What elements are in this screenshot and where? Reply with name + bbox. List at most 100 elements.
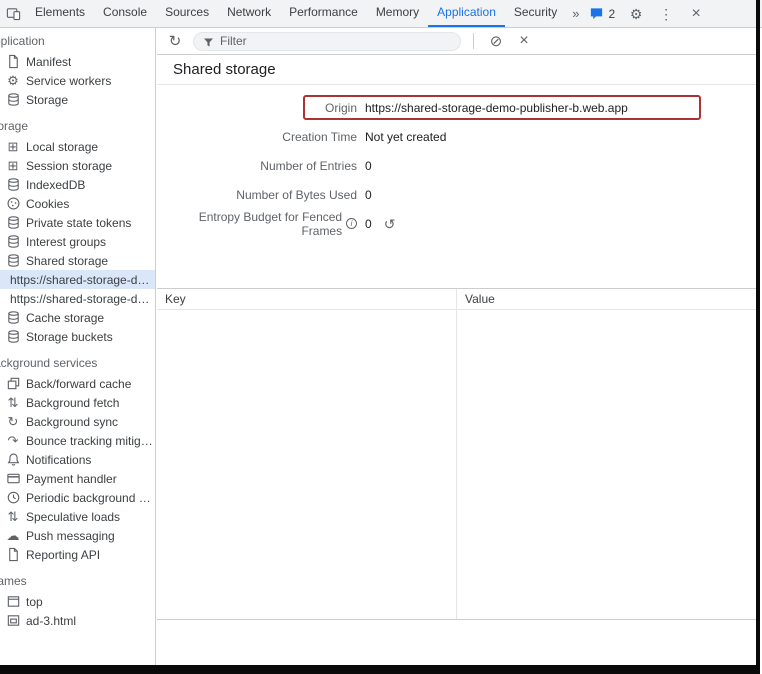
clock-icon bbox=[5, 490, 21, 506]
origin-value: https://shared-storage-demo-publisher-b.… bbox=[365, 101, 628, 115]
document-icon bbox=[5, 54, 21, 70]
application-sidebar: Application Manifest ⚙ Service workers S… bbox=[0, 28, 156, 665]
sidebar-item-shared-storage[interactable]: Shared storage bbox=[0, 251, 155, 270]
tab-performance[interactable]: Performance bbox=[280, 0, 367, 27]
more-tabs-button[interactable]: » bbox=[566, 6, 585, 21]
funnel-icon bbox=[202, 35, 215, 48]
entropy-budget-label: Entropy Budget for Fenced Frames bbox=[157, 210, 357, 238]
entries-value: 0 bbox=[365, 159, 372, 173]
kebab-menu-icon: ⋮ bbox=[659, 7, 673, 21]
tab-elements[interactable]: Elements bbox=[26, 0, 94, 27]
tab-console[interactable]: Console bbox=[94, 0, 156, 27]
sidebar-section-storage: Storage ⊞ Local storage ⊞ Session storag… bbox=[0, 119, 155, 346]
sidebar-section-application: Application Manifest ⚙ Service workers S… bbox=[0, 34, 155, 109]
sidebar-item-local-storage[interactable]: ⊞ Local storage bbox=[0, 137, 155, 156]
sidebar-item-frame-ad-3[interactable]: ad-3.html bbox=[0, 611, 155, 630]
cloud-icon: ☁ bbox=[5, 528, 21, 544]
iframe-icon bbox=[5, 613, 21, 629]
database-icon bbox=[5, 310, 21, 326]
sidebar-item-push-messaging[interactable]: ☁ Push messaging bbox=[0, 526, 155, 545]
tabbar-right-controls: 2 ⚙ ⋮ × bbox=[585, 0, 709, 27]
tab-application[interactable]: Application bbox=[428, 0, 505, 27]
info-icon[interactable] bbox=[346, 218, 357, 229]
sync-arrows-icon: ↻ bbox=[5, 414, 21, 430]
sidebar-item-storage-buckets[interactable]: Storage buckets bbox=[0, 327, 155, 346]
sidebar-item-background-sync[interactable]: ↻ Background sync bbox=[0, 412, 155, 431]
devtools-menu-button[interactable]: ⋮ bbox=[653, 0, 679, 27]
tab-security[interactable]: Security bbox=[505, 0, 566, 27]
close-icon: × bbox=[691, 6, 700, 22]
section-header-application: Application bbox=[0, 34, 155, 49]
sidebar-item-cache-storage[interactable]: Cache storage bbox=[0, 308, 155, 327]
sidebar-item-background-fetch[interactable]: ⇅ Background fetch bbox=[0, 393, 155, 412]
panel-title: Shared storage bbox=[157, 55, 756, 85]
refresh-icon: ↻ bbox=[169, 34, 182, 49]
sidebar-section-background-services: Background services Back/forward cache ⇅… bbox=[0, 356, 155, 564]
table-body-empty bbox=[157, 310, 756, 620]
creation-time-label: Creation Time bbox=[157, 130, 357, 144]
metadata-row-creation-time: Creation Time Not yet created bbox=[157, 122, 756, 151]
window-edge-right bbox=[756, 0, 760, 674]
sidebar-item-service-workers[interactable]: ⚙ Service workers bbox=[0, 71, 155, 90]
toggle-device-toolbar-button[interactable] bbox=[0, 0, 26, 27]
up-down-arrows-icon: ⇅ bbox=[5, 395, 21, 411]
tab-memory[interactable]: Memory bbox=[367, 0, 428, 27]
window-edge-bottom bbox=[0, 665, 760, 674]
payment-card-icon bbox=[5, 471, 21, 487]
sidebar-item-manifest[interactable]: Manifest bbox=[0, 52, 155, 71]
circle-slash-icon: ⊘ bbox=[490, 34, 503, 49]
sidebar-section-frames: Frames top ad-3.html bbox=[0, 574, 155, 630]
sidebar-item-indexeddb[interactable]: IndexedDB bbox=[0, 175, 155, 194]
database-icon bbox=[5, 215, 21, 231]
frame-icon bbox=[5, 594, 21, 610]
issues-icon bbox=[589, 6, 604, 21]
close-devtools-button[interactable]: × bbox=[683, 0, 709, 27]
reset-budget-button[interactable]: ↺ bbox=[384, 217, 396, 231]
sidebar-item-bounce-tracking-mitigations[interactable]: ↷ Bounce tracking mitiga… bbox=[0, 431, 155, 450]
sidebar-item-notifications[interactable]: Notifications bbox=[0, 450, 155, 469]
close-icon: × bbox=[519, 33, 528, 49]
database-icon bbox=[5, 234, 21, 250]
table-header-key[interactable]: Key bbox=[157, 289, 457, 309]
sidebar-item-periodic-background-sync[interactable]: Periodic background s… bbox=[0, 488, 155, 507]
settings-button[interactable]: ⚙ bbox=[623, 0, 649, 27]
gear-icon: ⚙ bbox=[5, 73, 21, 89]
tab-network[interactable]: Network bbox=[218, 0, 280, 27]
tab-sources[interactable]: Sources bbox=[156, 0, 218, 27]
entries-label: Number of Entries bbox=[157, 159, 357, 173]
refresh-button[interactable]: ↻ bbox=[165, 31, 185, 51]
issues-counter-button[interactable]: 2 bbox=[585, 6, 619, 21]
table-body-value-column bbox=[457, 310, 756, 619]
filter-input[interactable] bbox=[220, 34, 452, 48]
toolbar-divider bbox=[473, 33, 474, 49]
sidebar-item-back-forward-cache[interactable]: Back/forward cache bbox=[0, 374, 155, 393]
entropy-budget-value: 0 ↺ bbox=[365, 217, 395, 231]
gear-icon: ⚙ bbox=[630, 7, 643, 21]
database-icon bbox=[5, 329, 21, 345]
document-icon bbox=[5, 547, 21, 563]
delete-selected-button[interactable]: × bbox=[514, 31, 534, 51]
sidebar-item-cookies[interactable]: Cookies bbox=[0, 194, 155, 213]
sidebar-item-payment-handler[interactable]: Payment handler bbox=[0, 469, 155, 488]
shared-storage-toolbar: ↻ ⊘ × bbox=[157, 28, 756, 55]
sidebar-item-reporting-api[interactable]: Reporting API bbox=[0, 545, 155, 564]
table-icon: ⊞ bbox=[5, 158, 21, 174]
table-header-row: Key Value bbox=[157, 289, 756, 310]
sidebar-item-storage[interactable]: Storage bbox=[0, 90, 155, 109]
clear-all-button[interactable]: ⊘ bbox=[486, 31, 506, 51]
filter-box[interactable] bbox=[193, 32, 461, 51]
entries-table: Key Value bbox=[157, 288, 756, 620]
devtools-tabbar: Elements Console Sources Network Perform… bbox=[0, 0, 762, 28]
sidebar-item-session-storage[interactable]: ⊞ Session storage bbox=[0, 156, 155, 175]
sidebar-item-private-state-tokens[interactable]: Private state tokens bbox=[0, 213, 155, 232]
sidebar-item-frame-top[interactable]: top bbox=[0, 592, 155, 611]
sidebar-item-interest-groups[interactable]: Interest groups bbox=[0, 232, 155, 251]
sidebar-item-speculative-loads[interactable]: ⇅ Speculative loads bbox=[0, 507, 155, 526]
table-header-value[interactable]: Value bbox=[457, 289, 756, 309]
sidebar-item-shared-storage-origin-1[interactable]: https://shared-storage-d… bbox=[0, 270, 155, 289]
bytes-used-value: 0 bbox=[365, 188, 372, 202]
undo-icon: ↺ bbox=[384, 216, 396, 232]
bytes-used-label: Number of Bytes Used bbox=[157, 188, 357, 202]
bounce-arrow-icon: ↷ bbox=[5, 433, 21, 449]
sidebar-item-shared-storage-origin-2[interactable]: https://shared-storage-d… bbox=[0, 289, 155, 308]
